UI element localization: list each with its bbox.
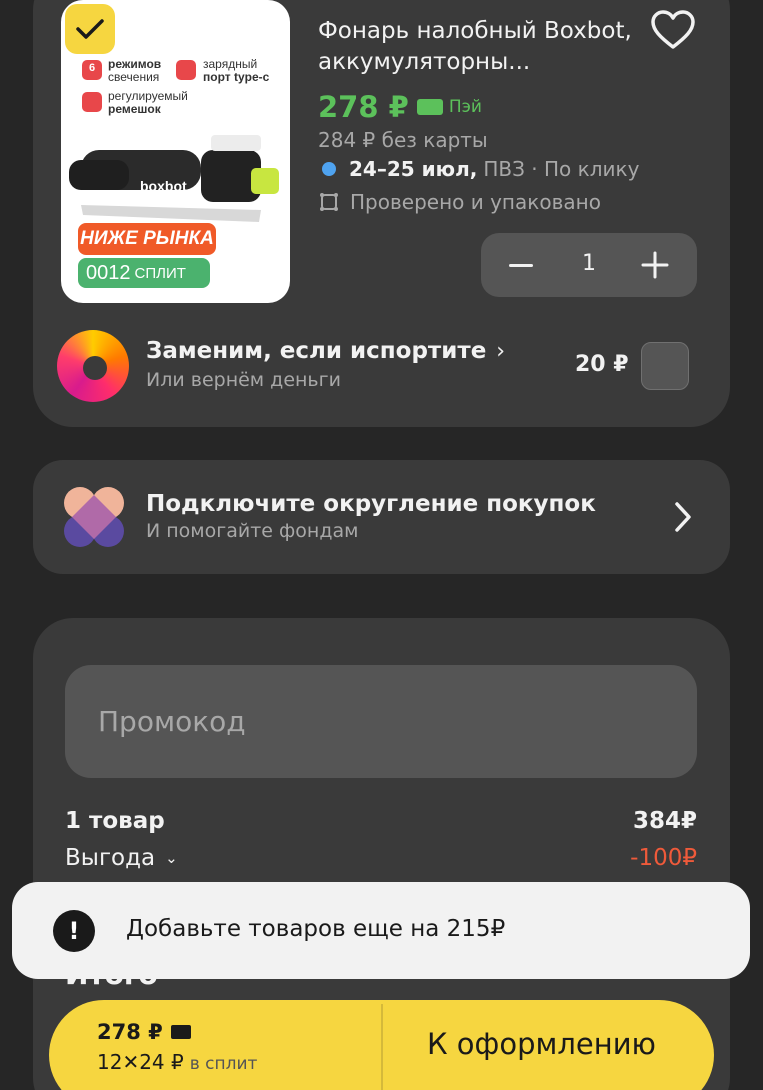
replacement-subtitle: Или вернём деньги: [146, 369, 341, 391]
divider: [381, 1004, 383, 1090]
items-price: 384₽: [632, 808, 697, 834]
rounding-subtitle: И помогайте фондам: [146, 520, 359, 542]
feature-charging-line1: зарядный: [203, 57, 258, 71]
pay-label: Пэй: [448, 97, 482, 117]
checkout-split: 12✕24 ₽ в сплит: [97, 1050, 257, 1074]
plus-icon: [641, 251, 669, 279]
replacement-logo-icon: [57, 330, 129, 402]
chevron-right-icon: ›: [496, 338, 506, 364]
battery-icon: [176, 60, 196, 80]
feature-number: 6: [88, 62, 96, 74]
exclamation-icon: !: [53, 910, 95, 952]
delivery-method: ПВЗ · По клику: [483, 157, 640, 181]
replacement-title-text: Заменим, если испортите: [146, 338, 487, 364]
chevron-right-icon: [672, 500, 694, 534]
price-without-card: 284 ₽ без карты: [318, 128, 488, 152]
feature-modes: режимов свечения: [108, 58, 161, 84]
discount-toggle[interactable]: Выгода ⌄: [65, 845, 178, 871]
items-count: 1 товар: [65, 808, 165, 834]
favorite-button[interactable]: [650, 10, 696, 50]
split-suffix: в сплит: [189, 1054, 258, 1074]
delivery-dot-icon: [322, 162, 336, 176]
toast-message: Добавьте товаров еще на 215₽: [126, 916, 506, 942]
feature-modes-bold: режимов: [108, 57, 162, 71]
replacement-price: 20 ₽: [575, 352, 629, 377]
feature-charging-line2: порт type-c: [203, 70, 270, 84]
delivery-info: 24–25 июл, ПВЗ · По клику: [322, 157, 639, 181]
checkout-price: 278 ₽: [97, 1020, 191, 1044]
checkout-price-value: 278 ₽: [97, 1020, 163, 1044]
discount-value: -100₽: [630, 845, 697, 871]
strap-icon: [82, 92, 102, 112]
select-item-checkbox[interactable]: [65, 4, 115, 54]
heart-icon: [651, 10, 695, 49]
checkout-label[interactable]: К оформлению: [427, 1027, 656, 1061]
feature-strap-line1: регулируемый: [108, 89, 188, 103]
card-icon: [170, 1025, 191, 1039]
replacement-title[interactable]: Заменим, если испортите ›: [146, 338, 505, 364]
below-market-badge: НИЖЕ РЫНКА: [78, 223, 216, 255]
delivery-date: 24–25 июл,: [349, 157, 478, 181]
package-icon: [320, 193, 338, 211]
minus-icon: [509, 263, 533, 267]
split-badge-word: СПЛИТ: [134, 264, 186, 282]
chevron-down-icon: ⌄: [165, 849, 178, 867]
checked-label: Проверено и упаковано: [350, 190, 601, 214]
discount-label: Выгода: [65, 845, 156, 871]
split-badge: 0012 СПЛИТ: [78, 258, 210, 288]
card-icon: [416, 99, 443, 115]
price-row: 278 ₽ Пэй: [318, 90, 482, 124]
replacement-checkbox[interactable]: [641, 342, 689, 390]
split-badge-number: 0012: [86, 261, 131, 284]
decrease-button[interactable]: [507, 251, 535, 279]
feature-charging: зарядный порт type-c: [203, 58, 269, 84]
promo-code-input[interactable]: Промокод: [65, 665, 697, 778]
check-icon: [76, 19, 104, 39]
rounding-title: Подключите округление покупок: [146, 491, 596, 517]
quantity-stepper: 1: [481, 233, 697, 297]
feature-strap: регулируемый ремешок: [108, 90, 188, 116]
brand-label: boxbot: [140, 178, 187, 194]
quantity-value: 1: [582, 251, 596, 276]
charity-heart-icon: [64, 487, 124, 547]
split-amount: 12✕24 ₽: [97, 1050, 184, 1074]
product-price: 278 ₽: [318, 90, 409, 124]
product-title[interactable]: Фонарь налобный Boxbot, аккумуляторны...: [318, 16, 638, 78]
feature-modes-rest: свечения: [108, 70, 160, 84]
rounding-card[interactable]: [33, 460, 730, 574]
feature-strap-line2: ремешок: [108, 102, 161, 116]
increase-button[interactable]: [641, 251, 669, 279]
checked-packed: Проверено и упаковано: [320, 190, 601, 214]
